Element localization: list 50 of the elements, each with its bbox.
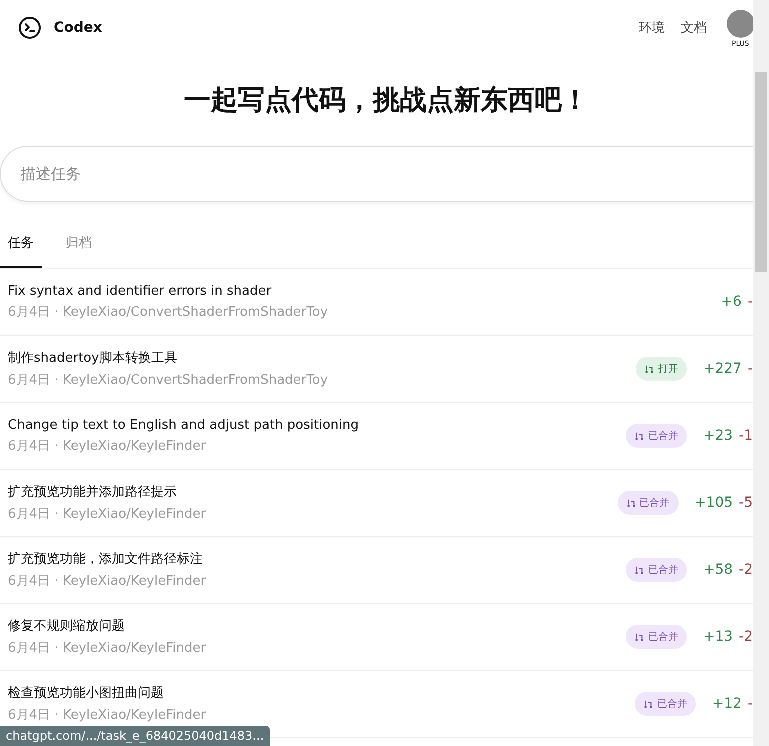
scrollbar[interactable]: [753, 0, 769, 746]
task-title[interactable]: 检查预览功能小图扭曲问题: [8, 684, 636, 702]
task-title[interactable]: 扩充预览功能，添加文件路径标注: [8, 550, 626, 568]
status-url: chatgpt.com/.../task_e_684025040d1483...: [0, 726, 270, 746]
pull-request-icon: [635, 432, 644, 440]
page-heading: 一起写点代码，挑战点新东西吧！: [183, 84, 590, 118]
task-meta: 6月4日 · KeyleXiao/KeyleFinder: [8, 573, 208, 590]
lines-added: +12: [712, 696, 742, 712]
nav-link[interactable]: 环境: [639, 19, 665, 37]
pull-request-icon: [626, 498, 636, 508]
task-title[interactable]: 修复不规则缩放问题: [8, 617, 626, 635]
lines-added: +23: [703, 428, 734, 444]
task-title[interactable]: Change tip text to English and adjust path positioning: [8, 418, 626, 432]
lines-removed: -2: [739, 562, 753, 578]
nav-link[interactable]: 文档: [681, 19, 707, 37]
lines-removed: -: [748, 294, 753, 310]
pr-status-badge: 打开: [636, 357, 688, 381]
tab[interactable]: 归档: [58, 222, 100, 268]
pull-request-icon: [635, 632, 644, 642]
lines-removed: -: [748, 696, 753, 712]
lines-added: +6: [721, 294, 742, 310]
lines-added: +13: [703, 629, 734, 645]
pr-status-badge: 已合并: [626, 625, 688, 649]
pull-request-icon: [635, 566, 644, 574]
task-meta: 6月4日 · KeyleXiao/ConvertShaderFromShaderToy: [8, 372, 330, 389]
lines-removed: -1: [739, 428, 753, 444]
task-title[interactable]: 制作shadertoy脚本转换工具: [8, 349, 636, 367]
lines-added: +227: [703, 361, 742, 377]
pull-request-icon: [645, 364, 654, 374]
pull-request-icon: [644, 700, 654, 708]
lines-added: +58: [703, 562, 734, 578]
lines-removed: -2: [739, 629, 753, 645]
pr-status-badge: 已合并: [626, 558, 688, 582]
task-title[interactable]: Fix syntax and identifier errors in shader: [8, 284, 722, 298]
task-meta: 6月4日 · KeyleXiao/KeyleFinder: [8, 640, 208, 657]
terminal-logo-icon: [18, 16, 42, 40]
lines-removed: -5: [739, 495, 753, 511]
task-meta: 6月4日 · KeyleXiao/KeyleFinder: [8, 438, 208, 454]
task-meta: 6月4日 · KeyleXiao/KeyleFinder: [8, 707, 208, 724]
pr-status-badge: 已合并: [618, 491, 679, 515]
pr-status-badge: 已合并: [626, 424, 688, 448]
pr-status-badge: 已合并: [635, 692, 696, 716]
tab[interactable]: 任务: [0, 222, 42, 268]
lines-removed: -: [748, 361, 753, 377]
lines-added: +105: [694, 495, 734, 511]
avatar[interactable]: [727, 10, 755, 38]
task-title[interactable]: 扩充预览功能并添加路径提示: [8, 483, 618, 501]
task-meta: 6月4日 · KeyleXiao/ConvertShaderFromShaderToy: [8, 304, 330, 320]
brand-name: Codex: [54, 20, 102, 36]
task-meta: 6月4日 · KeyleXiao/KeyleFinder: [8, 506, 208, 523]
